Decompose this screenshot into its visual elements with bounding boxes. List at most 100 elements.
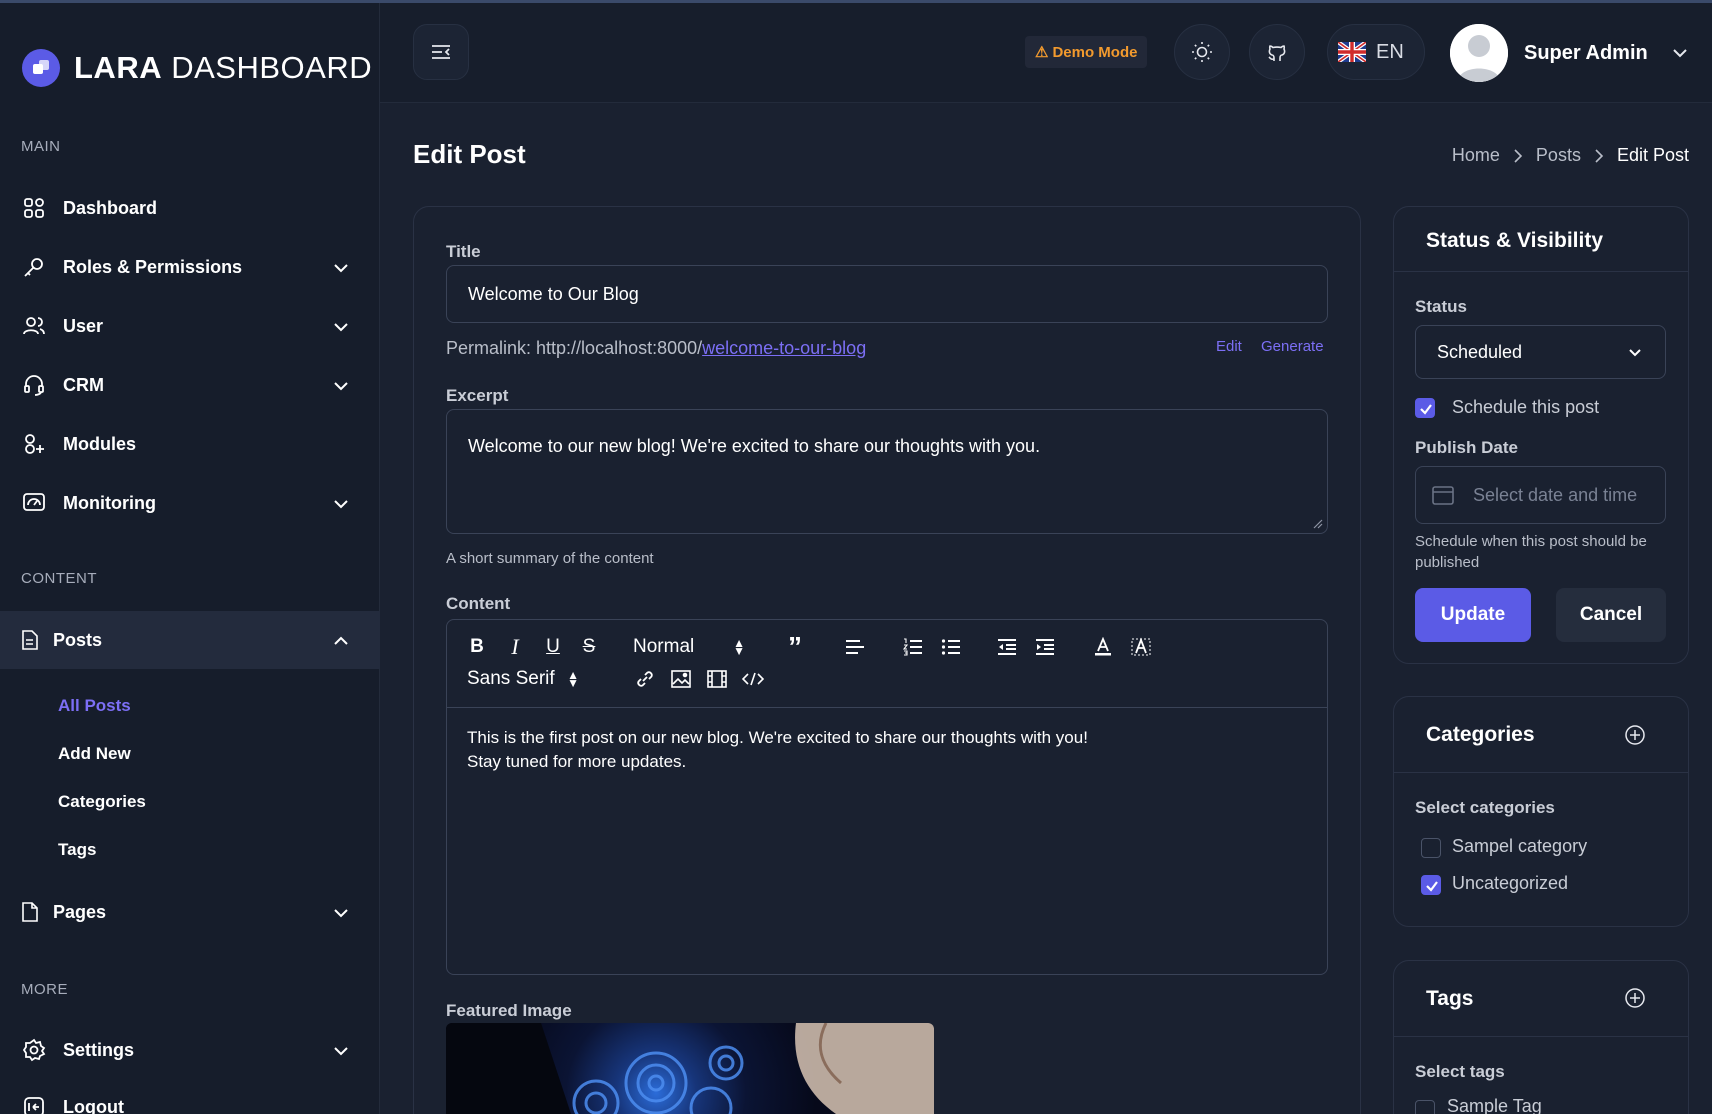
sidebar-item-modules[interactable]: Modules [0, 415, 380, 473]
warning-icon: ⚠ [1035, 44, 1049, 61]
schedule-checkbox[interactable] [1415, 398, 1435, 418]
sidebar-item-logout[interactable]: Logout [0, 1078, 380, 1114]
chevron-right-icon [1514, 148, 1523, 163]
link-icon[interactable] [633, 664, 657, 694]
sidebar-item-roles[interactable]: Roles & Permissions [0, 238, 380, 296]
headset-icon [21, 372, 47, 398]
permalink-generate-link[interactable]: Generate [1261, 338, 1324, 355]
breadcrumb-posts[interactable]: Posts [1536, 145, 1581, 166]
sidebar-item-label: CRM [63, 374, 104, 395]
avatar [1450, 24, 1508, 82]
tag-label[interactable]: Sample Tag [1447, 1096, 1542, 1114]
outdent-icon[interactable] [995, 632, 1019, 662]
sidebar-item-dashboard[interactable]: Dashboard [0, 179, 380, 237]
sidebar-item-label: Posts [53, 629, 103, 650]
sidebar-item-label: User [63, 315, 104, 336]
sidebar-toggle-button[interactable] [413, 24, 469, 80]
section-label-main: MAIN [21, 138, 61, 155]
publish-date-label: Publish Date [1415, 438, 1518, 457]
language-selector[interactable]: EN [1327, 24, 1425, 80]
users-icon [21, 313, 47, 339]
permalink-slug-link[interactable]: welcome-to-our-blog [702, 338, 866, 358]
underline-icon[interactable]: U [541, 632, 565, 662]
sidebar-subitem-all-posts[interactable]: All Posts [58, 696, 131, 716]
page-title: Edit Post [413, 139, 526, 169]
indent-icon[interactable] [1033, 632, 1057, 662]
sidebar-item-label: Dashboard [63, 197, 158, 218]
text-color-icon[interactable] [1091, 632, 1115, 662]
document-icon [21, 627, 39, 653]
resize-handle-icon[interactable] [1311, 517, 1323, 529]
font-select[interactable]: Sans Serif ▲ ▼ [467, 664, 587, 694]
updown-icon: ▲ ▼ [567, 668, 579, 690]
brand-logo[interactable]: LARA DASHBOARD [22, 47, 372, 89]
title-input[interactable] [446, 265, 1328, 323]
permalink: Permalink: http://localhost:8000/welcome… [446, 338, 867, 358]
checkmark-icon [1426, 881, 1438, 892]
user-menu[interactable]: Super Admin [1450, 23, 1690, 83]
category-checkbox[interactable] [1421, 875, 1441, 895]
category-label[interactable]: Uncategorized [1452, 873, 1568, 894]
status-card-title: Status & Visibility [1426, 229, 1603, 252]
excerpt-textarea[interactable]: Welcome to our new blog! We're excited t… [446, 409, 1328, 534]
excerpt-hint: A short summary of the content [446, 550, 654, 567]
sidebar-item-user[interactable]: User [0, 297, 380, 355]
editor-content[interactable]: This is the first post on our new blog. … [467, 726, 1088, 774]
key-icon [21, 254, 47, 280]
category-checkbox[interactable] [1421, 838, 1441, 858]
permalink-edit-link[interactable]: Edit [1216, 338, 1242, 355]
strikethrough-icon[interactable]: S [577, 632, 601, 662]
checkmark-icon [1420, 404, 1432, 415]
bold-icon[interactable]: B [465, 632, 489, 662]
cancel-button[interactable]: Cancel [1556, 588, 1666, 642]
github-button[interactable] [1249, 24, 1305, 80]
status-select[interactable]: Scheduled [1415, 325, 1666, 379]
publish-date-input[interactable]: Select date and time [1415, 466, 1666, 524]
chevron-down-icon [1673, 49, 1687, 58]
github-icon [1268, 45, 1286, 61]
sidebar-item-monitoring[interactable]: Monitoring [0, 474, 380, 532]
code-icon[interactable] [741, 664, 765, 694]
sidebar-subitem-tags[interactable]: Tags [58, 840, 96, 860]
sidebar-item-label: Monitoring [63, 492, 156, 513]
sidebar-item-label: Pages [53, 901, 107, 922]
theme-toggle-button[interactable] [1174, 24, 1230, 80]
status-label: Status [1415, 297, 1467, 316]
uk-flag-icon [1338, 42, 1366, 62]
sidebar-subitem-add-new[interactable]: Add New [58, 744, 131, 764]
tags-card: Tags Select tags Sample Tag [1393, 960, 1689, 1114]
image-icon[interactable] [669, 664, 693, 694]
breadcrumb-home[interactable]: Home [1452, 145, 1500, 166]
blockquote-icon[interactable]: ” [783, 631, 807, 662]
add-tag-icon[interactable] [1624, 987, 1646, 1009]
sidebar-item-pages[interactable]: Pages [0, 883, 380, 941]
schedule-checkbox-label[interactable]: Schedule this post [1452, 397, 1599, 418]
logout-icon [21, 1094, 47, 1114]
chevron-down-icon [334, 500, 348, 509]
tags-card-title: Tags [1426, 987, 1474, 1010]
sidebar-item-label: Roles & Permissions [63, 256, 243, 277]
sidebar-item-label: Logout [63, 1096, 124, 1114]
category-label[interactable]: Sampel category [1452, 836, 1587, 857]
background-color-icon[interactable] [1129, 632, 1153, 662]
sidebar-subitem-categories[interactable]: Categories [58, 792, 146, 812]
update-button[interactable]: Update [1415, 588, 1531, 642]
sidebar-item-settings[interactable]: Settings [0, 1021, 380, 1079]
bullet-list-icon[interactable] [939, 632, 963, 662]
sidebar-item-label: Settings [63, 1039, 135, 1060]
chevron-down-icon [334, 909, 348, 918]
featured-image-preview[interactable] [446, 1023, 934, 1114]
sidebar-item-crm[interactable]: CRM [0, 356, 380, 414]
add-category-icon[interactable] [1624, 724, 1646, 746]
italic-icon[interactable]: I [503, 632, 527, 662]
demo-mode-badge: ⚠ Demo Mode [1025, 36, 1148, 68]
sidebar-item-posts[interactable]: Posts [0, 611, 380, 669]
updown-icon: ▲ ▼ [733, 636, 745, 658]
video-icon[interactable] [705, 664, 729, 694]
sidebar-item-label: Modules [63, 433, 137, 454]
align-icon[interactable] [843, 632, 867, 662]
ordered-list-icon[interactable] [901, 632, 925, 662]
tag-checkbox[interactable] [1415, 1100, 1435, 1114]
heading-select[interactable]: Normal ▲ ▼ [633, 632, 753, 662]
logo-mark-icon [22, 49, 60, 87]
